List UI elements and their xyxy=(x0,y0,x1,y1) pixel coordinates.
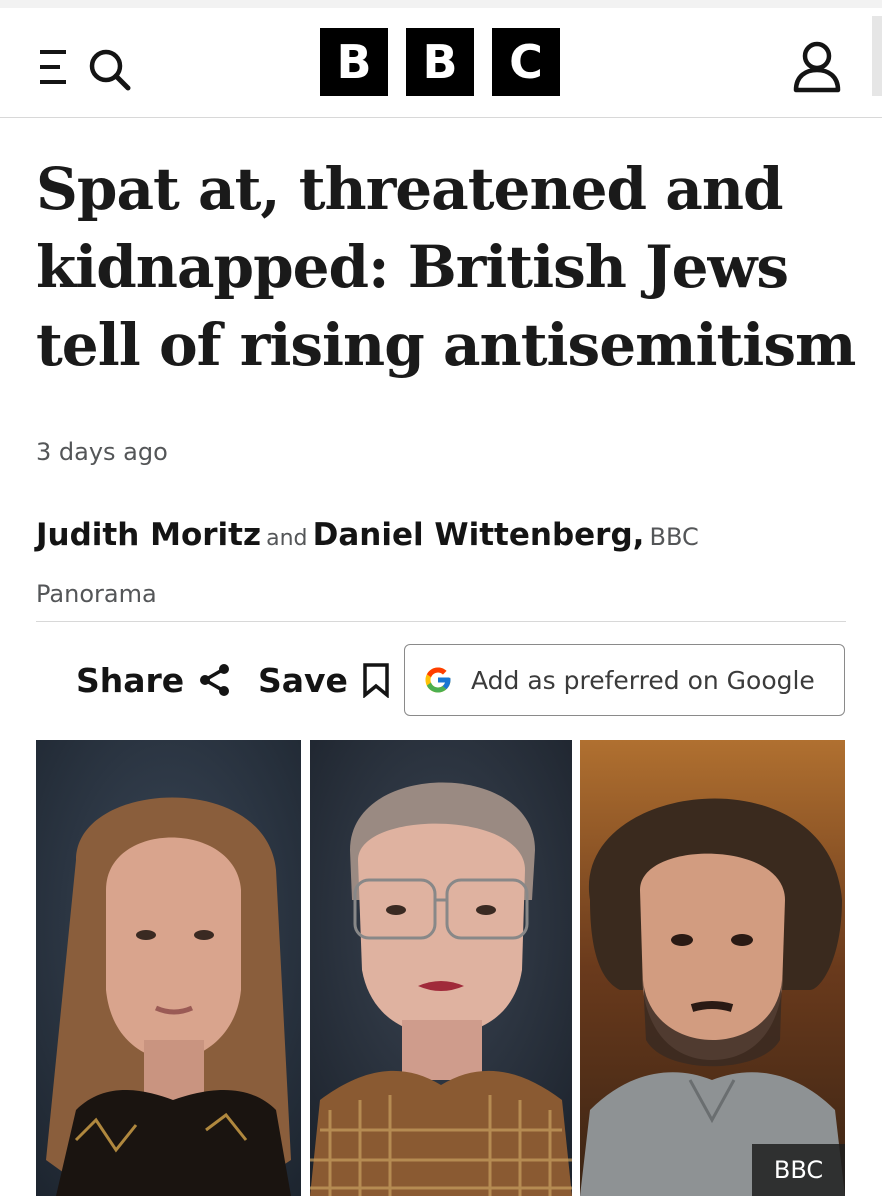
image-credit-badge: BBC xyxy=(752,1144,845,1196)
google-icon xyxy=(425,667,451,693)
logo-block-1: B xyxy=(320,28,388,96)
bookmark-icon xyxy=(363,663,389,698)
byline-conjunction: and xyxy=(266,526,308,551)
google-button-label: Add as preferred on Google xyxy=(471,665,815,695)
author-name-2[interactable]: Daniel Wittenberg, xyxy=(313,517,645,553)
portrait-photo-3 xyxy=(580,740,845,1196)
divider xyxy=(36,621,846,622)
save-button[interactable]: Save xyxy=(258,656,390,704)
menu-icon xyxy=(40,50,66,84)
search-icon xyxy=(89,49,131,91)
portrait-photo-1 xyxy=(36,740,301,1196)
status-strip xyxy=(0,0,882,8)
author-name-1[interactable]: Judith Moritz xyxy=(36,517,261,553)
logo-block-3: C xyxy=(492,28,560,96)
article-headline: Spat at, threatened and kidnapped: Briti… xyxy=(36,155,856,379)
share-icon xyxy=(200,664,230,696)
scrollbar[interactable] xyxy=(872,16,882,96)
article-timestamp: 3 days ago xyxy=(36,438,168,466)
menu-search-button[interactable] xyxy=(40,44,132,94)
account-icon xyxy=(793,41,841,93)
share-button[interactable]: Share xyxy=(76,656,232,704)
save-label: Save xyxy=(258,660,348,700)
add-preferred-google-button[interactable]: Add as preferred on Google xyxy=(404,644,845,716)
portrait-photo-2 xyxy=(310,740,572,1196)
byline: Judith Moritz and Daniel Wittenberg, BBC… xyxy=(36,508,756,624)
logo-block-2: B xyxy=(406,28,474,96)
share-label: Share xyxy=(76,660,185,700)
site-header: B B C xyxy=(0,8,882,118)
account-button[interactable] xyxy=(792,40,842,94)
bbc-logo[interactable]: B B C xyxy=(320,28,562,96)
